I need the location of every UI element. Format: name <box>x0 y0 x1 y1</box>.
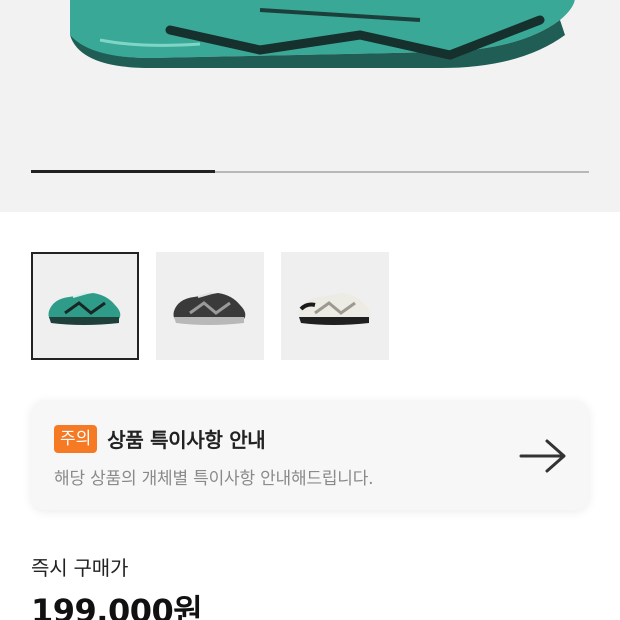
gallery-progress-bar <box>31 170 589 173</box>
thumbnail-cream[interactable] <box>281 252 389 360</box>
caution-badge: 주의 <box>54 424 98 453</box>
gallery-progress-indicator <box>31 170 216 173</box>
thumbnail-list <box>31 252 389 360</box>
thumbnail-black-silver[interactable] <box>156 252 264 360</box>
instant-price-label: 즉시 구매가 <box>31 556 129 580</box>
arrow-right-icon[interactable] <box>519 438 567 474</box>
product-image-gallery[interactable] <box>0 0 620 212</box>
notice-heading: 상품 특이사항 안내 <box>107 428 266 452</box>
notice-description: 해당 상품의 개체별 특이사항 안내해드립니다. <box>54 469 374 489</box>
product-notice-card[interactable]: 주의 상품 특이사항 안내 해당 상품의 개체별 특이사항 안내해드립니다. <box>31 400 589 510</box>
thumbnail-teal[interactable] <box>31 252 139 360</box>
sneaker-black-silver-icon <box>173 292 246 325</box>
product-main-image <box>70 0 575 68</box>
notice-title-row: 주의 상품 특이사항 안내 <box>54 424 266 453</box>
instant-price-value: 199,000원 <box>31 592 203 620</box>
sneaker-teal-icon <box>48 292 121 325</box>
sneaker-cream-icon <box>298 293 371 325</box>
